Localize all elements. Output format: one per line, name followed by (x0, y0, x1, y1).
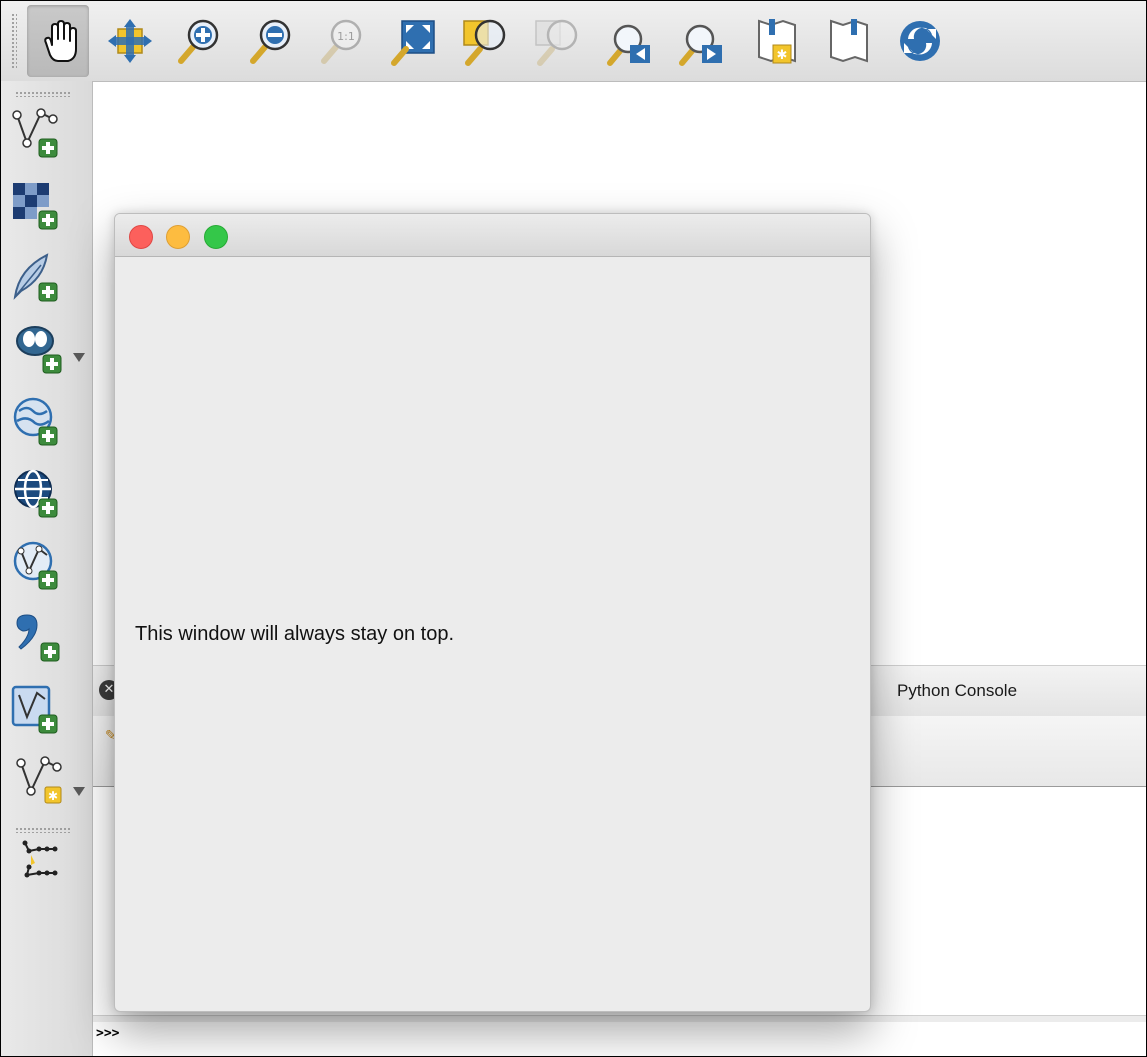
digitize-edit-icon (22, 840, 58, 878)
add-wcs-layer-button[interactable] (7, 465, 69, 521)
add-wcs-layer-icon (14, 469, 58, 518)
window-zoom-button[interactable] (204, 225, 228, 249)
zoom-native-resolution-icon: 1:1 (321, 19, 362, 64)
add-postgis-layer-icon (16, 326, 62, 374)
add-vector-layer-button[interactable] (7, 105, 69, 161)
new-map-view-icon: ✱ (758, 19, 796, 64)
add-vector-layer-icon (12, 108, 58, 158)
zoom-next-button[interactable] (676, 15, 728, 67)
console-input[interactable]: >>> (93, 1022, 1146, 1056)
add-virtual-layer-icon (11, 685, 58, 734)
add-wms-layer-icon (13, 397, 58, 446)
toolbar-grip[interactable] (11, 13, 17, 69)
add-wfs-layer-button[interactable] (7, 537, 69, 593)
zoom-in-button[interactable] (173, 15, 225, 67)
zoom-ratio-label: 1:1 (337, 30, 355, 43)
window-minimize-button[interactable] (166, 225, 190, 249)
svg-text:✱: ✱ (48, 789, 58, 803)
console-prompt: >>> (96, 1026, 120, 1041)
add-wfs-layer-icon (13, 541, 58, 590)
zoom-full-icon (391, 20, 435, 66)
window-title-bar[interactable] (115, 214, 870, 257)
zoom-next-icon (679, 24, 722, 66)
new-map-view-button[interactable]: ✱ (751, 15, 803, 67)
qgis-main-window: 1:1 ✱ ✱ ✕ Python Console ✎ >>> This wind… (0, 0, 1147, 1057)
zoom-out-icon (250, 19, 291, 64)
add-delimited-text-layer-button[interactable] (7, 609, 69, 665)
always-on-top-window: This window will always stay on top. (114, 213, 871, 1012)
add-virtual-layer-button[interactable] (7, 681, 69, 737)
toolbar-grip[interactable] (15, 827, 71, 833)
window-close-button[interactable] (129, 225, 153, 249)
add-spatialite-layer-button[interactable] (7, 249, 69, 305)
map-navigation-toolbar: 1:1 ✱ (1, 1, 1146, 82)
pan-hand-icon (44, 20, 77, 62)
add-wms-layer-button[interactable] (7, 393, 69, 449)
manage-layers-toolbar: ✱ (1, 81, 93, 1056)
add-delimited-text-layer-icon (16, 614, 60, 662)
zoom-native-resolution-button[interactable]: 1:1 (316, 15, 368, 67)
pan-map-button[interactable] (32, 15, 84, 67)
add-spatialite-layer-icon (13, 253, 58, 302)
postgis-dropdown-arrow-icon[interactable] (73, 353, 85, 362)
pan-to-selection-button[interactable] (104, 15, 156, 67)
zoom-full-button[interactable] (388, 15, 440, 67)
new-bookmark-button[interactable] (823, 15, 875, 67)
zoom-last-icon (607, 24, 650, 66)
window-message-label: This window will always stay on top. (135, 623, 455, 645)
zoom-in-icon (178, 19, 219, 64)
add-postgis-layer-button[interactable] (7, 321, 69, 377)
zoom-to-selection-icon (463, 19, 506, 66)
zoom-to-selection-button[interactable] (460, 15, 512, 67)
new-vector-layer-button[interactable]: ✱ (7, 753, 69, 809)
new-layer-dropdown-arrow-icon[interactable] (73, 787, 85, 796)
zoom-out-button[interactable] (245, 15, 297, 67)
refresh-button[interactable] (894, 15, 946, 67)
zoom-to-layer-button[interactable] (532, 15, 584, 67)
add-raster-layer-icon (13, 183, 58, 230)
toolbar-grip[interactable] (15, 91, 71, 97)
svg-text:✱: ✱ (777, 48, 788, 63)
dock-title: Python Console (897, 681, 1018, 700)
digitize-edit-button[interactable] (7, 837, 69, 893)
new-bookmark-icon (830, 19, 868, 63)
refresh-icon (900, 21, 940, 61)
add-raster-layer-button[interactable] (7, 177, 69, 233)
new-vector-layer-icon: ✱ (16, 756, 62, 804)
zoom-last-button[interactable] (604, 15, 656, 67)
pan-to-selection-icon (108, 19, 152, 63)
zoom-to-layer-icon (535, 19, 578, 66)
